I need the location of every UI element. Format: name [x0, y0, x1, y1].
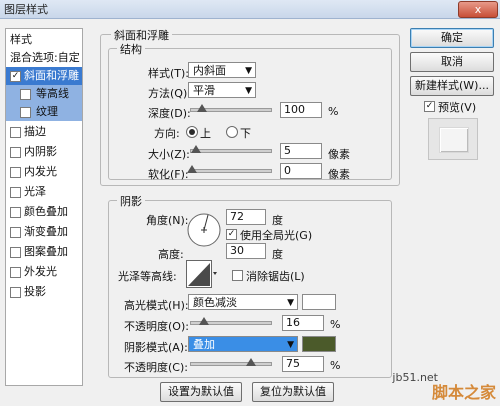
- altitude-input[interactable]: 30: [226, 243, 266, 259]
- direction-up-radio[interactable]: [186, 126, 198, 138]
- angle-label: 角度(N):: [146, 214, 189, 227]
- watermark-brand: 脚本之家: [431, 383, 496, 402]
- angle-dial-icon[interactable]: [186, 212, 222, 248]
- shadow-opacity-label: 不透明度(C):: [124, 361, 188, 374]
- preview-label: 预览(V): [438, 101, 477, 114]
- style-select[interactable]: 内斜面 ▼: [188, 62, 256, 78]
- antialias-label: 消除锯齿(L): [246, 270, 305, 283]
- soften-slider-thumb[interactable]: [187, 165, 197, 173]
- bevel-checkbox[interactable]: ✓: [10, 71, 21, 82]
- global-light-label: 使用全局光(G): [240, 229, 313, 242]
- preview-swatch: [439, 127, 469, 153]
- size-slider-thumb[interactable]: [191, 145, 201, 153]
- style-item-inner-shadow[interactable]: 内阴影: [6, 143, 82, 161]
- depth-label: 深度(D):: [148, 107, 191, 120]
- satin-checkbox[interactable]: [10, 187, 21, 198]
- antialias-checkbox[interactable]: [232, 270, 243, 281]
- inner-shadow-checkbox[interactable]: [10, 147, 21, 158]
- inner-glow-checkbox[interactable]: [10, 167, 21, 178]
- shadow-opacity-slider[interactable]: [190, 358, 272, 366]
- size-unit: 像素: [328, 148, 350, 161]
- altitude-label: 高度:: [158, 248, 184, 261]
- new-style-button[interactable]: 新建样式(W)...: [410, 76, 494, 96]
- chevron-down-icon: ▼: [245, 66, 252, 76]
- contour-checkbox[interactable]: [20, 89, 31, 100]
- gradient-overlay-checkbox[interactable]: [10, 227, 21, 238]
- style-item-drop-shadow[interactable]: 投影: [6, 283, 82, 301]
- styles-list: 样式 混合选项:自定 ✓ 斜面和浮雕 等高线 纹理 描边 内阴影 内发光 光泽 …: [5, 28, 83, 386]
- size-input[interactable]: 5: [280, 143, 322, 159]
- highlight-mode-select[interactable]: 颜色减淡 ▼: [188, 294, 298, 310]
- ok-button[interactable]: 确定: [410, 28, 494, 48]
- make-default-button[interactable]: 设置为默认值: [160, 382, 242, 402]
- size-slider[interactable]: [190, 145, 272, 153]
- global-light-checkbox[interactable]: ✓: [226, 229, 237, 240]
- altitude-unit: 度: [272, 248, 283, 261]
- texture-checkbox[interactable]: [20, 107, 31, 118]
- angle-unit: 度: [272, 214, 283, 227]
- depth-input[interactable]: 100: [280, 102, 322, 118]
- highlight-opacity-label: 不透明度(O):: [124, 320, 189, 333]
- soften-unit: 像素: [328, 168, 350, 181]
- stroke-checkbox[interactable]: [10, 127, 21, 138]
- style-preview: [428, 118, 478, 160]
- style-item-inner-glow[interactable]: 内发光: [6, 163, 82, 181]
- angle-input[interactable]: 72: [226, 209, 266, 225]
- shadow-opacity-unit: %: [330, 359, 341, 372]
- shadow-opacity-thumb[interactable]: [246, 358, 256, 366]
- title-bar: 图层样式 x: [0, 0, 500, 19]
- style-item-bevel-emboss[interactable]: ✓ 斜面和浮雕: [6, 67, 82, 85]
- direction-down-radio[interactable]: [226, 126, 238, 138]
- highlight-mode-label: 高光模式(H):: [124, 299, 189, 312]
- highlight-color-swatch[interactable]: [302, 294, 336, 310]
- highlight-opacity-thumb[interactable]: [199, 317, 209, 325]
- chevron-down-icon: ▼: [287, 298, 294, 308]
- shadow-mode-label: 阴影模式(A):: [124, 341, 188, 354]
- reset-default-button[interactable]: 复位为默认值: [252, 382, 334, 402]
- close-button[interactable]: x: [458, 1, 498, 18]
- gloss-contour-label: 光泽等高线:: [118, 270, 177, 283]
- style-item-texture[interactable]: 纹理: [6, 103, 82, 121]
- outer-glow-checkbox[interactable]: [10, 267, 21, 278]
- shadow-mode-select[interactable]: 叠加 ▼: [188, 336, 298, 352]
- style-item-contour[interactable]: 等高线: [6, 85, 82, 103]
- shadow-color-swatch[interactable]: [302, 336, 336, 352]
- soften-input[interactable]: 0: [280, 163, 322, 179]
- direction-up-label: 上: [200, 127, 211, 140]
- soften-label: 软化(F):: [148, 168, 189, 181]
- window-title: 图层样式: [4, 3, 48, 16]
- preview-checkbox[interactable]: ✓: [424, 101, 435, 112]
- style-item-satin[interactable]: 光泽: [6, 183, 82, 201]
- cancel-button[interactable]: 取消: [410, 52, 494, 72]
- technique-label: 方法(Q):: [148, 87, 191, 100]
- highlight-opacity-unit: %: [330, 318, 341, 331]
- structure-group-title: 结构: [117, 41, 145, 57]
- depth-slider[interactable]: [190, 104, 272, 112]
- soften-slider[interactable]: [187, 165, 272, 173]
- depth-unit: %: [328, 105, 339, 118]
- drop-shadow-checkbox[interactable]: [10, 287, 21, 298]
- technique-select[interactable]: 平滑 ▼: [188, 82, 256, 98]
- chevron-down-icon: ▼: [245, 86, 252, 96]
- style-item-stroke[interactable]: 描边: [6, 123, 82, 141]
- direction-label: 方向:: [154, 127, 180, 140]
- styles-header[interactable]: 样式: [6, 31, 82, 49]
- blending-options[interactable]: 混合选项:自定: [6, 49, 82, 67]
- color-overlay-checkbox[interactable]: [10, 207, 21, 218]
- style-item-gradient-overlay[interactable]: 渐变叠加: [6, 223, 82, 241]
- chevron-down-icon: ▼: [287, 340, 294, 350]
- style-item-outer-glow[interactable]: 外发光: [6, 263, 82, 281]
- style-label: 样式(T):: [148, 67, 190, 80]
- shading-group-title: 阴影: [117, 193, 145, 209]
- style-item-color-overlay[interactable]: 颜色叠加: [6, 203, 82, 221]
- pattern-overlay-checkbox[interactable]: [10, 247, 21, 258]
- shadow-opacity-input[interactable]: 75: [282, 356, 324, 372]
- highlight-opacity-slider[interactable]: [190, 317, 272, 325]
- highlight-opacity-input[interactable]: 16: [282, 315, 324, 331]
- size-label: 大小(Z):: [148, 148, 190, 161]
- gloss-contour-icon[interactable]: [186, 260, 218, 288]
- depth-slider-thumb[interactable]: [197, 104, 207, 112]
- style-item-pattern-overlay[interactable]: 图案叠加: [6, 243, 82, 261]
- direction-down-label: 下: [240, 127, 251, 140]
